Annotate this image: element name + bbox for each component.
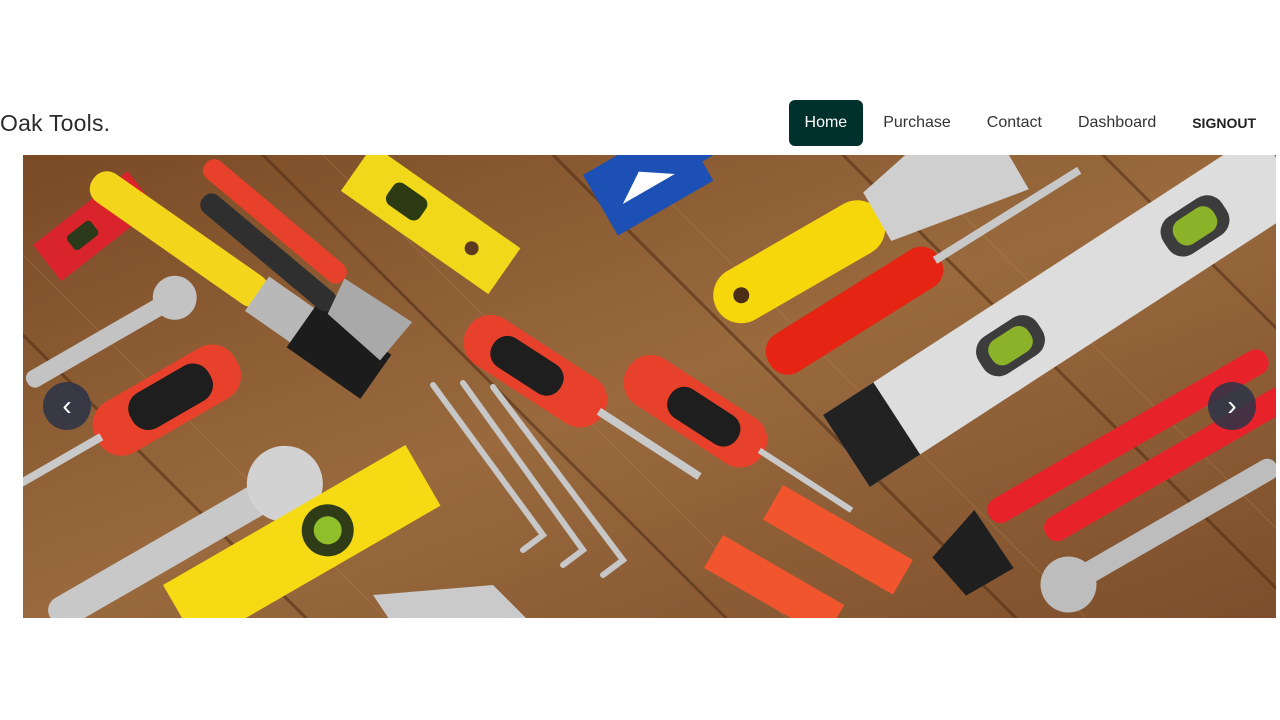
nav-links: Home Purchase Contact Dashboard SIGNOUT — [785, 100, 1280, 146]
hero-carousel: ‹ › — [23, 155, 1276, 618]
nav-purchase[interactable]: Purchase — [867, 100, 967, 146]
nav-dashboard[interactable]: Dashboard — [1062, 100, 1172, 146]
chevron-left-icon: ‹ — [62, 390, 72, 421]
carousel-next-button[interactable]: › — [1208, 382, 1256, 430]
signout-button[interactable]: SIGNOUT — [1176, 100, 1280, 146]
carousel-prev-button[interactable]: ‹ — [43, 382, 91, 430]
nav-home[interactable]: Home — [788, 100, 864, 146]
navbar: Oak Tools. Home Purchase Contact Dashboa… — [0, 100, 1280, 148]
carousel-slide-tools-image — [23, 155, 1276, 618]
brand-logo[interactable]: Oak Tools. — [0, 110, 110, 137]
chevron-right-icon: › — [1227, 390, 1237, 421]
nav-contact[interactable]: Contact — [971, 100, 1058, 146]
